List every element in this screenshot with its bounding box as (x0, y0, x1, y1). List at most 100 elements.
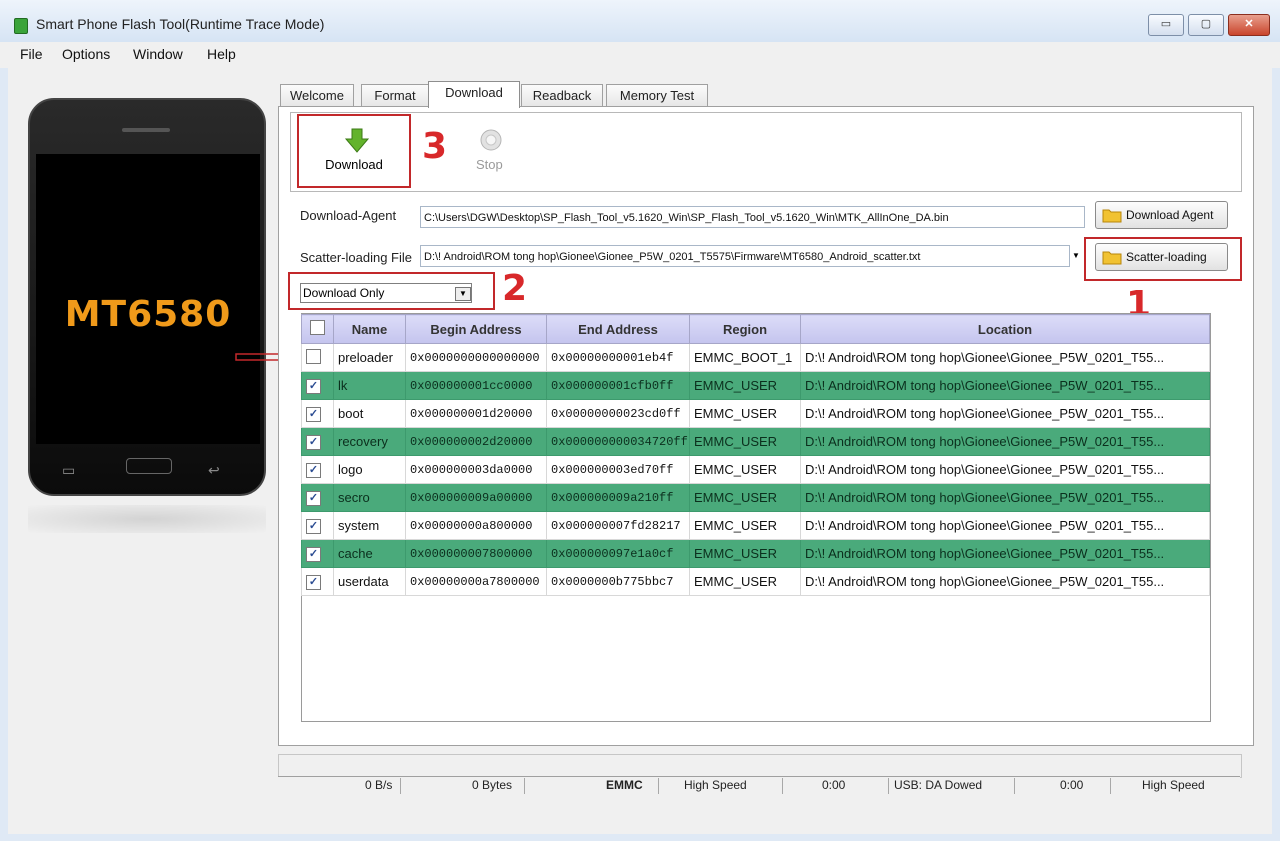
table-row[interactable]: ✓ cache 0x000000007800000 0x000000097e1a… (301, 539, 1210, 568)
begin-address: 0x000000003da0000 (405, 455, 547, 484)
tab-download[interactable]: Download (428, 81, 520, 108)
scatter-file-path-field[interactable]: D:\! Android\ROM tong hop\Gionee\Gionee_… (420, 245, 1070, 267)
column-header-begin-address[interactable]: Begin Address (405, 314, 547, 344)
home-key-icon (126, 458, 172, 474)
table-row[interactable]: ✓ logo 0x000000003da0000 0x000000003ed70… (301, 455, 1210, 484)
back-key-icon: ↩ (208, 462, 220, 478)
select-all-checkbox[interactable] (310, 320, 325, 335)
menu-window[interactable]: Window (133, 46, 183, 62)
maximize-button[interactable]: ▢ (1188, 14, 1224, 36)
column-header-region[interactable]: Region (689, 314, 801, 344)
table-row[interactable]: ✓ lk 0x000000001cc0000 0x000000001cfb0ff… (301, 371, 1210, 400)
location[interactable]: D:\! Android\ROM tong hop\Gionee\Gionee_… (800, 455, 1210, 484)
row-checkbox[interactable]: ✓ (306, 379, 321, 394)
row-checkbox[interactable]: ✓ (306, 575, 321, 590)
begin-address: 0x0000000000000000 (405, 343, 547, 372)
download-mode-select[interactable]: Download Only (300, 283, 472, 303)
chevron-down-icon[interactable]: ▼ (455, 287, 471, 301)
row-checkbox[interactable]: ✓ (306, 547, 321, 562)
location[interactable]: D:\! Android\ROM tong hop\Gionee\Gionee_… (800, 399, 1210, 428)
end-address: 0x00000000001eb4f (546, 343, 690, 372)
table-header-row: Name Begin Address End Address Region Lo… (301, 314, 1210, 344)
table-row[interactable]: ✓ secro 0x000000009a00000 0x000000009a21… (301, 483, 1210, 512)
table-row[interactable]: ✓ system 0x00000000a800000 0x000000007fd… (301, 511, 1210, 540)
app-icon (14, 18, 28, 34)
column-header-location[interactable]: Location (800, 314, 1210, 344)
scatter-loading-button-label: Scatter-loading (1126, 250, 1207, 264)
step-3-annotation: 3 (422, 126, 448, 167)
begin-address: 0x000000001d20000 (405, 399, 547, 428)
row-checkbox[interactable] (306, 348, 321, 364)
status-divider (1014, 778, 1015, 794)
partition-name: recovery (333, 427, 406, 456)
region: EMMC_USER (689, 455, 801, 484)
menu-file[interactable]: File (20, 46, 43, 62)
partition-table: Name Begin Address End Address Region Lo… (301, 314, 1210, 596)
begin-address: 0x000000007800000 (405, 539, 547, 568)
tab-welcome[interactable]: Welcome (280, 84, 354, 107)
end-address: 0x000000000034720ff (546, 427, 690, 456)
region: EMMC_USER (689, 511, 801, 540)
row-checkbox[interactable]: ✓ (306, 435, 321, 450)
location[interactable]: D:\! Android\ROM tong hop\Gionee\Gionee_… (800, 539, 1210, 568)
download-agent-button[interactable]: Download Agent (1095, 201, 1228, 229)
region: EMMC_USER (689, 483, 801, 512)
location[interactable]: D:\! Android\ROM tong hop\Gionee\Gionee_… (800, 483, 1210, 512)
menu-key-icon: ▭ (62, 462, 76, 478)
table-row[interactable]: ✓ boot 0x000000001d20000 0x00000000023cd… (301, 399, 1210, 428)
location[interactable]: D:\! Android\ROM tong hop\Gionee\Gionee_… (800, 427, 1210, 456)
begin-address: 0x00000000a7800000 (405, 567, 547, 596)
row-checkbox[interactable]: ✓ (306, 463, 321, 478)
status-bar (278, 776, 1240, 797)
tab-format[interactable]: Format (361, 84, 429, 107)
status-divider (524, 778, 525, 794)
end-address: 0x000000007fd28217 (546, 511, 690, 540)
location[interactable]: D:\! Android\ROM tong hop\Gionee\Gionee_… (800, 371, 1210, 400)
chip-label: MT6580 (64, 294, 232, 335)
table-row[interactable]: ✓ recovery 0x000000002d20000 0x000000000… (301, 427, 1210, 456)
minimize-button[interactable]: ▭ (1148, 14, 1184, 36)
status-divider (658, 778, 659, 794)
scatter-file-label: Scatter-loading File (300, 250, 412, 265)
phone-reflection (28, 505, 266, 533)
stop-label: Stop (476, 157, 503, 172)
location[interactable]: D:\! Android\ROM tong hop\Gionee\Gionee_… (800, 511, 1210, 540)
table-row[interactable]: ✓ userdata 0x00000000a7800000 0x0000000b… (301, 567, 1210, 596)
location[interactable]: D:\! Android\ROM tong hop\Gionee\Gionee_… (800, 343, 1210, 372)
scatter-loading-button[interactable]: Scatter-loading (1095, 243, 1228, 271)
download-agent-path-field[interactable]: C:\Users\DGW\Desktop\SP_Flash_Tool_v5.16… (420, 206, 1085, 228)
progress-bar (278, 754, 1242, 778)
row-checkbox[interactable]: ✓ (306, 519, 321, 534)
table-row[interactable]: preloader 0x0000000000000000 0x000000000… (301, 343, 1210, 372)
region: EMMC_BOOT_1 (689, 343, 801, 372)
status-divider (1110, 778, 1111, 794)
row-checkbox[interactable]: ✓ (306, 407, 321, 422)
stop-icon[interactable] (480, 129, 502, 151)
phone-speaker (122, 128, 170, 132)
tab-memory-test[interactable]: Memory Test (606, 84, 708, 107)
region: EMMC_USER (689, 539, 801, 568)
end-address: 0x000000001cfb0ff (546, 371, 690, 400)
begin-address: 0x000000002d20000 (405, 427, 547, 456)
row-checkbox[interactable]: ✓ (306, 491, 321, 506)
partition-name: lk (333, 371, 406, 400)
location[interactable]: D:\! Android\ROM tong hop\Gionee\Gionee_… (800, 567, 1210, 596)
partition-name: boot (333, 399, 406, 428)
region: EMMC_USER (689, 399, 801, 428)
folder-icon (1102, 251, 1122, 265)
download-agent-button-label: Download Agent (1126, 208, 1214, 222)
menu-options[interactable]: Options (62, 46, 110, 62)
select-all-header[interactable] (301, 314, 334, 344)
menu-help[interactable]: Help (207, 46, 236, 62)
tab-readback[interactable]: Readback (521, 84, 603, 107)
region: EMMC_USER (689, 427, 801, 456)
column-header-name[interactable]: Name (333, 314, 406, 344)
status-mode: High Speed (684, 778, 747, 792)
window-title: Smart Phone Flash Tool(Runtime Trace Mod… (36, 16, 325, 32)
status-usb: USB: DA Dowed (894, 778, 983, 792)
close-button[interactable]: ✕ (1228, 14, 1270, 36)
status-divider (782, 778, 783, 794)
column-header-end-address[interactable]: End Address (546, 314, 690, 344)
end-address: 0x000000009a210ff (546, 483, 690, 512)
chevron-down-icon[interactable]: ▼ (1069, 245, 1083, 267)
